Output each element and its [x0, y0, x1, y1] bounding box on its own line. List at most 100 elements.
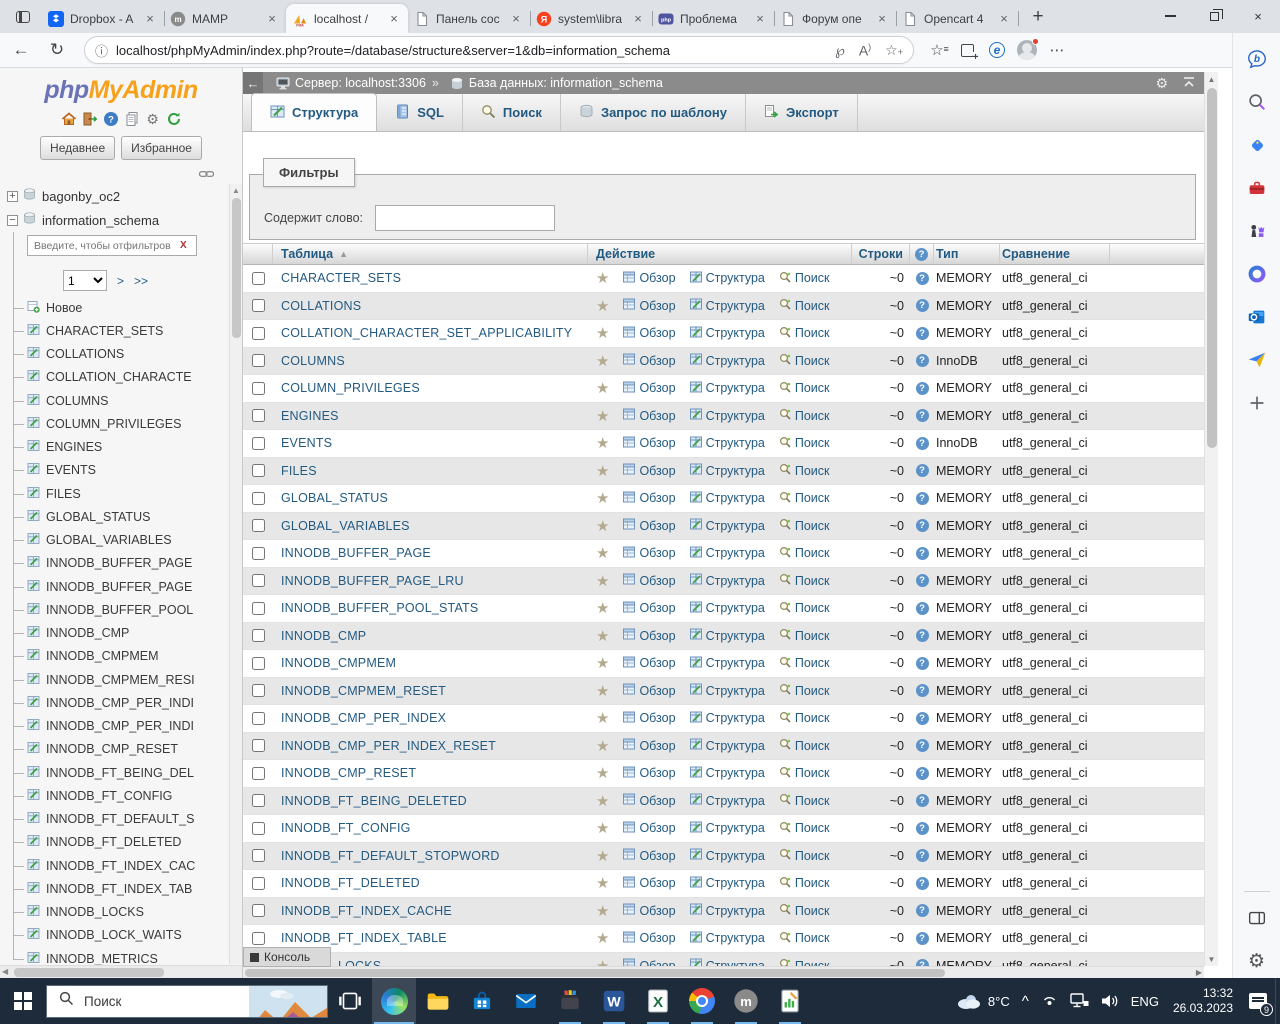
expand-icon[interactable]: + [7, 190, 18, 202]
structure-link[interactable]: Структура [689, 601, 765, 616]
tree-item-table[interactable]: COLLATIONS [13, 343, 226, 366]
row-help-icon[interactable]: ? [915, 601, 929, 615]
structure-link[interactable]: Структура [689, 573, 765, 588]
search-link[interactable]: Поиск [779, 353, 830, 368]
structure-link[interactable]: Структура [689, 821, 765, 836]
tree-item-table[interactable]: EVENTS [13, 459, 226, 482]
tab-экспорт[interactable]: Экспорт [746, 94, 858, 131]
search-link[interactable]: Поиск [779, 931, 830, 946]
table-name-link[interactable]: INNODB_FT_DEFAULT_STOPWORD [281, 849, 500, 863]
tree-item-table[interactable]: INNODB_CMP_RESET [13, 738, 226, 761]
tree-item-table[interactable]: INNODB_FT_INDEX_CAC [13, 854, 226, 877]
tree-item-table[interactable]: COLUMNS [13, 389, 226, 412]
row-checkbox[interactable] [252, 546, 265, 560]
browse-link[interactable]: Обзор [623, 381, 676, 396]
structure-link[interactable]: Структура [689, 518, 765, 533]
row-help-icon[interactable]: ? [915, 876, 929, 890]
table-name-link[interactable]: GLOBAL_VARIABLES [281, 519, 410, 533]
row-help-icon[interactable]: ? [915, 849, 929, 863]
search-link[interactable]: Поиск [779, 326, 830, 341]
table-name-link[interactable]: ENGINES [281, 409, 339, 423]
filter-clear-icon[interactable]: X [180, 240, 187, 251]
table-name-link[interactable]: INNODB_CMP_RESET [281, 766, 416, 780]
tab-поиск[interactable]: Поиск [463, 94, 561, 131]
structure-link[interactable]: Структура [689, 711, 765, 726]
row-checkbox[interactable] [252, 574, 265, 588]
structure-link[interactable]: Структура [689, 463, 765, 478]
tree-item-table[interactable]: GLOBAL_VARIABLES [13, 529, 226, 552]
tree-item-table[interactable]: INNODB_CMP_PER_INDI [13, 691, 226, 714]
row-help-icon[interactable]: ? [915, 464, 929, 478]
tree-filter-field[interactable] [32, 238, 180, 253]
favorite-star-icon[interactable]: ★ [596, 929, 609, 947]
console-button[interactable]: Консоль [243, 947, 331, 967]
row-checkbox[interactable] [252, 491, 265, 505]
browse-link[interactable]: Обзор [623, 491, 676, 506]
search-link[interactable]: Поиск [779, 408, 830, 423]
favorite-star-icon[interactable]: ★ [596, 324, 609, 342]
address-bar[interactable]: ⓘ localhost/phpMyAdmin/index.php?route=/… [84, 36, 914, 64]
search-link[interactable]: Поиск [779, 463, 830, 478]
row-checkbox[interactable] [252, 326, 265, 340]
tree-item-table[interactable]: GLOBAL_STATUS [13, 505, 226, 528]
tree-item-new[interactable]: Новое [13, 296, 226, 319]
search-link[interactable]: Поиск [779, 491, 830, 506]
favorite-star-icon[interactable]: ★ [596, 379, 609, 397]
nav-scrollbar[interactable]: ▲ [229, 184, 242, 964]
row-checkbox[interactable] [252, 766, 265, 780]
structure-link[interactable]: Структура [689, 656, 765, 671]
tab-close-icon[interactable]: × [508, 11, 524, 27]
search-link[interactable]: Поиск [779, 298, 830, 313]
tray-chevron-icon[interactable]: ^ [1016, 978, 1035, 1024]
structure-link[interactable]: Структура [689, 546, 765, 561]
chart-doc-app-icon[interactable] [768, 978, 812, 1024]
microsoft-365-icon[interactable] [1240, 257, 1274, 291]
row-checkbox[interactable] [252, 849, 265, 863]
search-link[interactable]: Поиск [779, 766, 830, 781]
search-link[interactable]: Поиск [779, 683, 830, 698]
sidebar-settings-icon[interactable]: ⚙ [1240, 944, 1274, 978]
tab-actions-icon[interactable] [8, 4, 38, 30]
search-link[interactable]: Поиск [779, 848, 830, 863]
browse-link[interactable]: Обзор [623, 353, 676, 368]
favorite-star-icon[interactable]: ★ [596, 654, 609, 672]
structure-link[interactable]: Структура [689, 408, 765, 423]
structure-link[interactable]: Структура [689, 738, 765, 753]
favorite-star-icon[interactable]: ★ [596, 627, 609, 645]
search-link[interactable]: Поиск [779, 876, 830, 891]
tree-item-table[interactable]: INNODB_LOCKS [13, 901, 226, 924]
structure-link[interactable]: Структура [689, 848, 765, 863]
row-help-icon[interactable]: ? [915, 409, 929, 423]
favorite-star-icon[interactable]: ★ [596, 297, 609, 315]
favorite-star-icon[interactable]: ★ [596, 407, 609, 425]
tree-item-table[interactable]: INNODB_FT_INDEX_TAB [13, 877, 226, 900]
favorite-star-icon[interactable]: ★ [596, 737, 609, 755]
tab-запрос-по-шаблону[interactable]: Запрос по шаблону [561, 94, 747, 131]
table-name-link[interactable]: INNODB_CMP [281, 629, 366, 643]
table-name-link[interactable]: EVENTS [281, 436, 332, 450]
tree-page-select[interactable]: 1 [63, 270, 107, 291]
tree-item-table[interactable]: INNODB_CMPMEM [13, 645, 226, 668]
search-link[interactable]: Поиск [779, 436, 830, 451]
structure-link[interactable]: Структура [689, 491, 765, 506]
panel-toggle-icon[interactable] [1240, 901, 1274, 935]
favorite-star-icon[interactable]: ★ [596, 819, 609, 837]
notification-center-icon[interactable]: 9 [1241, 978, 1275, 1024]
row-help-icon[interactable]: ? [915, 821, 929, 835]
tab-close-icon[interactable]: × [142, 11, 158, 27]
read-aloud-icon[interactable]: A) [859, 42, 871, 59]
tree-item-table[interactable]: INNODB_CMP_PER_INDI [13, 715, 226, 738]
breadcrumb-server[interactable]: Сервер: localhost:3306 [295, 76, 426, 90]
tree-filter-input[interactable]: X [27, 235, 197, 256]
header-type[interactable]: Тип [934, 244, 1000, 264]
browse-link[interactable]: Обзор [623, 711, 676, 726]
excel-app-icon[interactable]: X [636, 978, 680, 1024]
tree-item-table[interactable]: INNODB_LOCK_WAITS [13, 924, 226, 947]
favorite-star-icon[interactable]: ★ [596, 269, 609, 287]
wallet-app-icon[interactable] [548, 978, 592, 1024]
row-checkbox[interactable] [252, 271, 265, 285]
browse-link[interactable]: Обзор [623, 903, 676, 918]
page-info-icon[interactable]: ⓘ [95, 41, 108, 60]
row-help-icon[interactable]: ? [915, 381, 929, 395]
browse-link[interactable]: Обзор [623, 326, 676, 341]
